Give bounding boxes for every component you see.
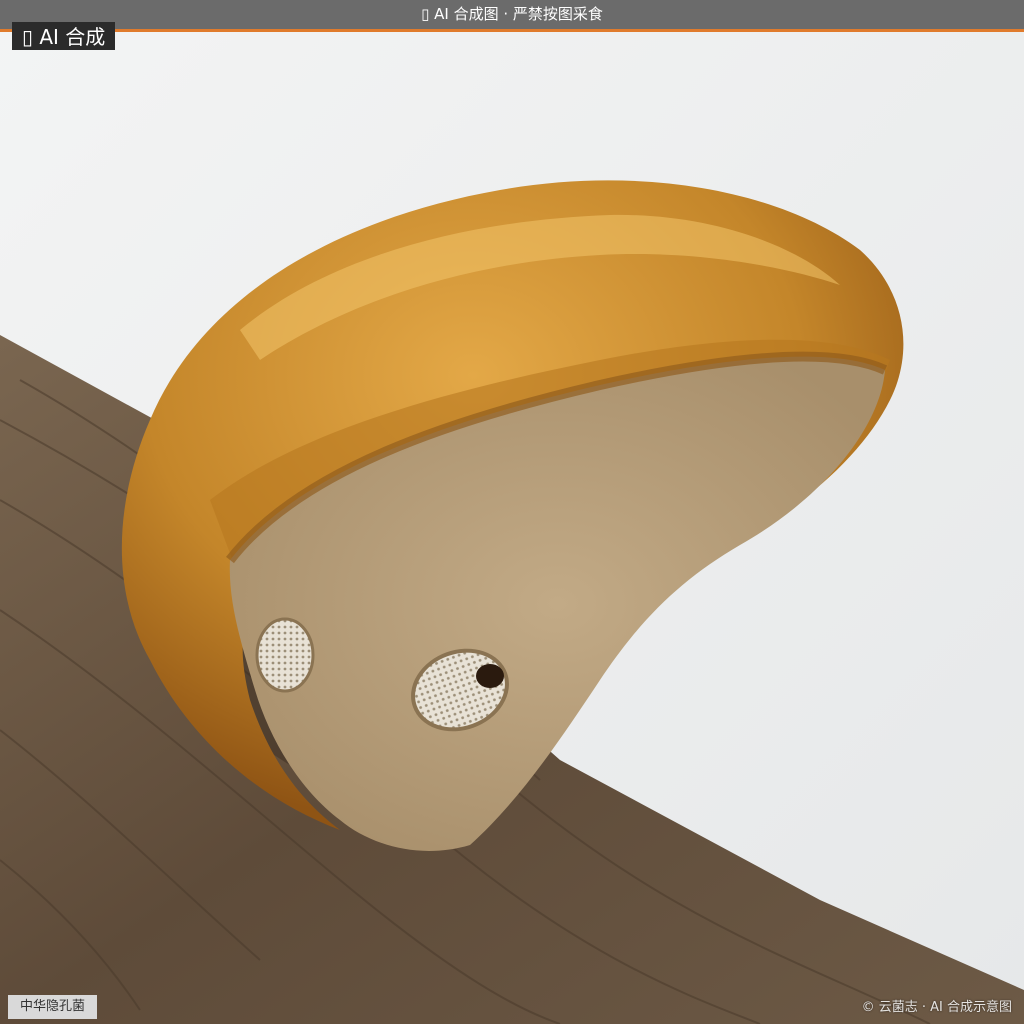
ai-warning-banner: ▯ AI 合成图 · 严禁按图采食: [0, 0, 1024, 32]
pore-opening-side: [255, 617, 315, 693]
ai-badge: ▯ AI 合成: [12, 22, 116, 50]
credit-text: © 云菌志 · AI 合成示意图: [861, 1000, 1012, 1015]
photo-scene: [0, 0, 1024, 1024]
pore-opening-dark: [476, 664, 504, 688]
photo-credit: © 云菌志 · AI 合成示意图: [862, 998, 1012, 1018]
ai-warning-text: ▯ AI 合成图 · 严禁按图采食: [421, 5, 603, 23]
species-name: 中华隐孔菌: [20, 999, 86, 1014]
species-label: 中华隐孔菌: [8, 995, 98, 1019]
ai-badge-text: ▯ AI 合成: [22, 25, 106, 49]
